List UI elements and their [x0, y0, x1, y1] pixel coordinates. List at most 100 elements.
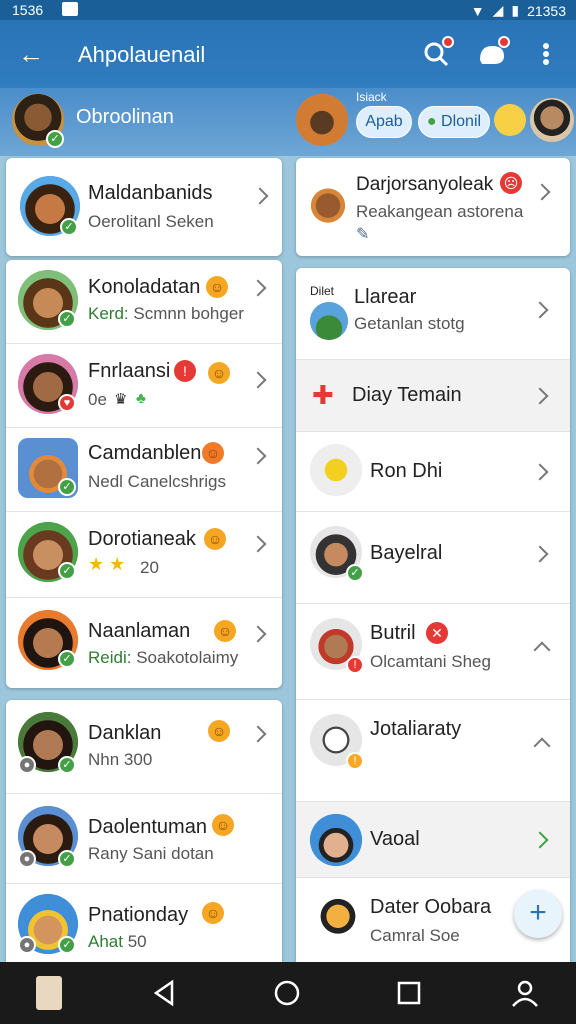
list-item[interactable]: ♥ Fnrlaansi ! ☺ 0e ♛ ♣ [6, 344, 282, 428]
app-title: Ahpolauenail [78, 42, 206, 67]
right-list-card: Dilet Llarear Getanlan stotg ✚ Diay Tema… [296, 268, 570, 962]
contact-sub: Reidi: Soakotolaimy [88, 648, 239, 667]
contact-name: Danklan [88, 722, 162, 744]
chevron-right-icon [533, 183, 551, 201]
list-item[interactable]: ✓ Konoladatan ☺ Kerd: Scmnn bohger [6, 260, 282, 344]
star-rating-icon: ★ ★ [88, 554, 126, 574]
chevron-right-icon [249, 725, 267, 743]
list-item[interactable]: ! Jotaliaraty [296, 700, 570, 802]
list-item[interactable]: ✚ Diay Temain [296, 360, 570, 432]
contact-sub: Rany Sani dotan [88, 844, 214, 863]
emoji-face-icon[interactable] [494, 104, 526, 136]
list-item[interactable]: ✓ Naanlaman ☺ Reidi: Soakotolaimy [6, 598, 282, 688]
contact-name: Jotaliaraty [370, 718, 462, 740]
chat-icon[interactable] [476, 36, 510, 70]
person-badge: ● [18, 850, 36, 868]
contact-sub: Nhn 300 [88, 750, 153, 769]
avatar [310, 302, 348, 340]
contact-sub: Reakangean astorena [356, 202, 524, 221]
contact-name: Diay Temain [352, 384, 462, 406]
chevron-right-icon [531, 463, 549, 481]
profile-bar: ✓ Obroolinan Isiack Apab ● Dlonil [0, 88, 576, 156]
app-bar: ← Ahpolauenail [0, 20, 576, 88]
contact-sub: Ahat 50 [88, 932, 147, 951]
list-item[interactable]: ● ✓ Danklan ☺ Nhn 300 [6, 700, 282, 794]
signal-icon: ◢ [492, 2, 504, 18]
list-item[interactable]: ● ✓ Daolentuman ☺ Rany Sani dotan [6, 794, 282, 884]
contact-sub: Nedl Canelcshrigs [88, 472, 226, 491]
online-badge: ✓ [58, 650, 76, 668]
emoji-smile-icon: ☺ [214, 620, 236, 642]
contact-name: Dorotianeak [88, 528, 196, 550]
avatar [310, 444, 362, 496]
left-bottom-card: ● ✓ Danklan ☺ Nhn 300 ● ✓ Daolentuman ☺ … [6, 700, 282, 962]
screenshot-icon [62, 2, 78, 16]
status-icons: ▼ ◢ ▮ 21353 [471, 2, 566, 19]
list-item[interactable]: ! Butril ✕ Olcamtani Sheg [296, 604, 570, 700]
list-item[interactable]: Vaoal [296, 802, 570, 878]
list-item[interactable]: ✓ Bayelral [296, 512, 570, 604]
list-item[interactable]: ✓ Dorotianeak ☺ ★ ★ 20 [6, 512, 282, 598]
search-notification-icon[interactable] [420, 36, 454, 70]
leaf-icon: ♣ [136, 390, 146, 407]
contact-name: Konoladatan [88, 276, 201, 298]
list-item[interactable]: ✓ Maldanbanids Oerolitanl Seken [6, 158, 282, 256]
mini-label: Dilet [310, 284, 335, 298]
emoji-smile-icon: ☺ [208, 720, 230, 742]
trophy-icon: ♛ [114, 391, 128, 408]
left-top-card[interactable]: ✓ Maldanbanids Oerolitanl Seken [6, 158, 282, 256]
left-list-card: ✓ Konoladatan ☺ Kerd: Scmnn bohger ♥ Fnr… [6, 260, 282, 688]
online-badge: ✓ [58, 756, 76, 774]
notification-dot [442, 36, 454, 48]
no-entry-icon: ✕ [426, 622, 448, 644]
contact-sub: 20 [140, 558, 159, 577]
emoji-angry-icon: ☹ [500, 172, 522, 194]
right-top-card[interactable]: Darjorsanyoleak ☹ Reakangean astorena ✎ [296, 158, 570, 256]
add-fab-button[interactable]: + [514, 890, 562, 938]
location-icon: ● [426, 113, 437, 130]
online-badge: ✓ [58, 478, 76, 496]
emoji-smile-icon: ☺ [212, 814, 234, 836]
contact-avatar-right[interactable] [530, 98, 574, 142]
list-item[interactable]: Ron Dhi [296, 432, 570, 512]
chevron-right-icon [531, 387, 549, 405]
contact-name: Bayelral [370, 542, 443, 564]
emoji-grin-icon: ☺ [202, 442, 224, 464]
back-nav-icon[interactable] [150, 978, 180, 1008]
chevron-right-icon [531, 831, 549, 849]
contact-sub: Oerolitanl Seken [88, 212, 214, 231]
contact-name: Daolentuman [88, 816, 207, 838]
contact-sub: 0e [88, 390, 107, 409]
chevron-right-icon [249, 371, 267, 389]
status-right-time: 21353 [527, 2, 566, 19]
home-nav-icon[interactable] [272, 978, 302, 1008]
online-badge: ✓ [58, 850, 76, 868]
list-item[interactable]: Dilet Llarear Getanlan stotg [296, 268, 570, 360]
app-thumbnail-icon[interactable] [36, 976, 62, 1010]
status-bar: 1536 ▼ ◢ ▮ 21353 [0, 0, 576, 20]
contact-sub: Getanlan stotg [354, 314, 465, 333]
contact-name: Ron Dhi [370, 460, 443, 482]
list-item[interactable]: ✓ Camdanblen ☺ Nedl Canelcshrigs [6, 428, 282, 512]
back-arrow-icon[interactable]: ← [18, 40, 46, 68]
dlonil-pill[interactable]: ● Dlonil [418, 106, 490, 138]
recents-nav-icon[interactable] [394, 978, 424, 1008]
tool-icon: ✎ [356, 226, 370, 243]
emoji-smile-icon: ☺ [204, 528, 226, 550]
contact-name: Fnrlaansi [88, 360, 171, 382]
emoji-smile-icon: ☺ [202, 902, 224, 924]
online-badge: ✓ [58, 936, 76, 954]
more-vert-icon[interactable] [540, 38, 552, 70]
contact-name: Naanlaman [88, 620, 191, 642]
apab-pill[interactable]: Apab [356, 106, 412, 138]
contact-name: Darjorsanyoleak [356, 174, 494, 195]
profile-nav-icon[interactable] [510, 978, 540, 1008]
emoji-smile-icon: ☺ [208, 362, 230, 384]
online-badge: ✓ [46, 130, 64, 148]
contact-avatar-hat[interactable] [296, 94, 348, 146]
contact-sub: Kerd: Scmnn bohger [88, 304, 244, 323]
avatar [314, 892, 362, 946]
list-item[interactable]: ● ✓ Pnationday ☺ Ahat 50 [6, 884, 282, 962]
contact-name: Camdanblen [88, 442, 202, 464]
person-badge: ● [18, 756, 36, 774]
